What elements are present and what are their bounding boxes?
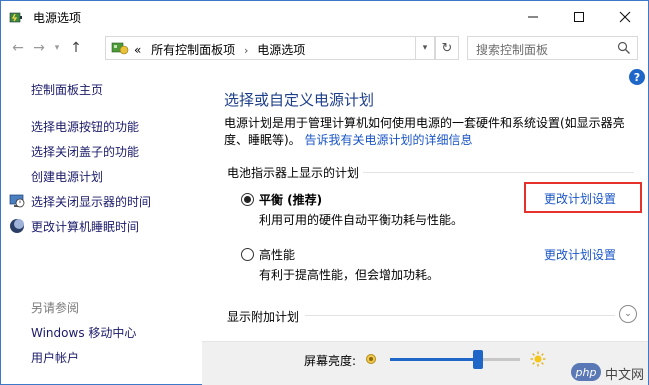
sidebar-item-display-off[interactable]: 选择关闭显示器的时间 — [31, 193, 151, 210]
power-options-window: 电源选项 ← → ▾ ↑ « 所有控制面板项 › 电源选项 ▾ ↻ 搜索控制面板… — [0, 0, 649, 385]
up-arrow-icon: ↑ — [70, 40, 82, 56]
title-bar: 电源选项 — [1, 1, 648, 32]
divider — [305, 315, 615, 316]
watermark-text: 中文网 — [605, 368, 645, 383]
breadcrumb-item-power-options[interactable]: 电源选项 — [257, 43, 305, 57]
brightness-slider-thumb[interactable] — [473, 350, 484, 369]
watermark-badge: php — [571, 363, 601, 381]
balanced-plan-name[interactable]: 平衡 (推荐) — [259, 191, 322, 208]
window-title: 电源选项 — [33, 11, 82, 25]
recent-locations-button[interactable]: ▾ — [51, 37, 63, 59]
monitor-clock-icon — [9, 194, 25, 208]
maximize-button[interactable] — [556, 1, 602, 32]
search-icon — [617, 41, 630, 54]
plans-info-link[interactable]: 告诉我有关电源计划的详细信息 — [305, 133, 473, 147]
sidebar-item-user-accounts[interactable]: 用户帐户 — [31, 349, 79, 366]
divider — [363, 172, 634, 173]
annotation-highlight-box — [524, 182, 642, 213]
chevron-down-icon: ⌄ — [624, 309, 632, 319]
up-button[interactable]: ↑ — [67, 37, 85, 59]
high-performance-plan-name[interactable]: 高性能 — [259, 246, 295, 263]
chevron-down-icon: ▾ — [422, 43, 428, 53]
chevron-down-icon: ▾ — [54, 43, 60, 53]
refresh-icon: ↻ — [441, 40, 453, 56]
plans-group-label: 电池指示器上显示的计划 — [227, 166, 360, 180]
refresh-button[interactable]: ↻ — [435, 36, 459, 60]
address-dropdown-button[interactable]: ▾ — [415, 36, 435, 60]
breadcrumb: « 所有控制面板项 › 电源选项 — [134, 41, 305, 58]
search-box[interactable]: 搜索控制面板 — [467, 36, 638, 60]
high-performance-plan-radio[interactable] — [241, 248, 254, 261]
expand-button[interactable]: ⌄ — [619, 305, 637, 323]
moon-icon — [10, 219, 24, 233]
close-button[interactable] — [602, 1, 648, 32]
forward-button[interactable]: → — [30, 37, 48, 59]
page-description: 电源计划是用于管理计算机如何使用电源的一套硬件和系统设置(如显示器亮度、睡眠等)… — [224, 115, 634, 149]
show-additional-plans-label[interactable]: 显示附加计划 — [227, 308, 299, 325]
balanced-plan-description: 利用可用的硬件自动平衡功耗与性能。 — [259, 213, 464, 227]
breadcrumb-item-all-items[interactable]: 所有控制面板项 — [151, 43, 235, 57]
minimize-button[interactable] — [510, 1, 556, 32]
sidebar-item-power-button[interactable]: 选择电源按钮的功能 — [31, 118, 139, 135]
sidebar-item-sleep[interactable]: 更改计算机睡眠时间 — [31, 218, 139, 235]
power-options-icon — [9, 12, 22, 23]
back-arrow-icon: ← — [12, 40, 24, 56]
search-placeholder: 搜索控制面板 — [476, 43, 549, 57]
close-icon — [619, 11, 631, 22]
page-title: 选择或自定义电源计划 — [224, 91, 375, 109]
breadcrumb-overflow[interactable]: « — [134, 43, 141, 57]
bright-sun-icon — [530, 351, 546, 367]
brightness-slider-fill — [390, 358, 479, 361]
sidebar-item-lid[interactable]: 选择关闭盖子的功能 — [31, 143, 139, 160]
maximize-icon — [574, 11, 584, 22]
forward-arrow-icon: → — [33, 40, 45, 56]
see-also-heading: 另请参阅 — [31, 301, 80, 315]
help-button[interactable]: ? — [629, 69, 645, 85]
balanced-plan-radio[interactable] — [241, 193, 254, 206]
high-performance-plan-description: 有利于提高性能，但会增加功耗。 — [259, 268, 440, 282]
dim-sun-icon — [366, 354, 376, 364]
back-button[interactable]: ← — [9, 37, 27, 59]
help-icon: ? — [633, 70, 641, 84]
control-panel-icon — [111, 42, 129, 55]
sidebar-item-mobility-center[interactable]: Windows 移动中心 — [31, 324, 136, 341]
brightness-label: 屏幕亮度: — [304, 354, 357, 368]
minimize-icon — [528, 16, 538, 17]
breadcrumb-separator[interactable]: › — [244, 44, 248, 57]
sidebar-item-control-panel-home[interactable]: 控制面板主页 — [31, 81, 103, 98]
sidebar-item-create-plan[interactable]: 创建电源计划 — [31, 168, 103, 185]
watermark: php 中文网 — [571, 361, 647, 383]
address-bar[interactable]: « 所有控制面板项 › 电源选项 — [105, 36, 433, 60]
high-performance-change-settings-link[interactable]: 更改计划设置 — [544, 246, 616, 263]
